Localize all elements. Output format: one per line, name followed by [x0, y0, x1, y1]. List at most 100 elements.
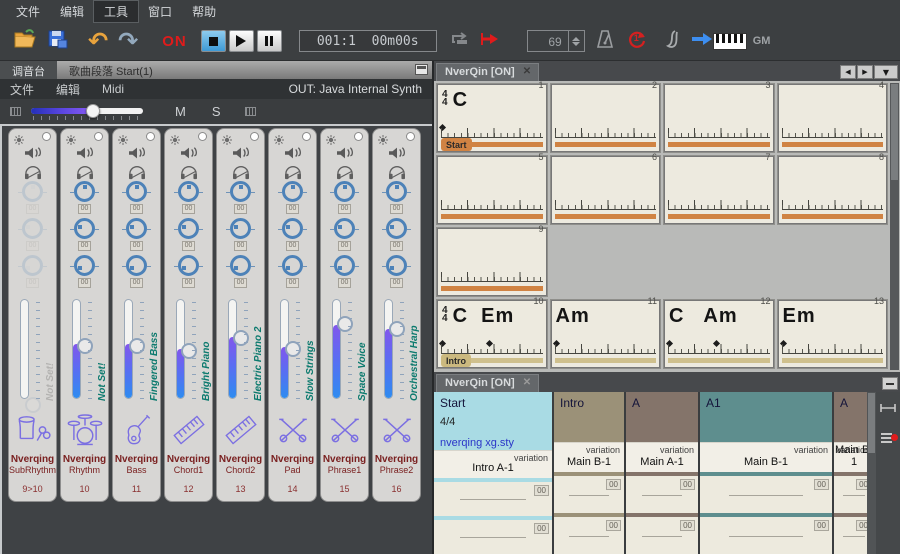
- gear-icon[interactable]: [66, 132, 76, 143]
- gear-icon[interactable]: [170, 132, 180, 143]
- master-volume-slider[interactable]: [31, 105, 143, 119]
- stop-button[interactable]: [201, 30, 226, 52]
- crossed-instruments-icon[interactable]: [273, 407, 313, 453]
- volume-fader[interactable]: Bright Piano: [165, 297, 212, 405]
- channel-led[interactable]: [406, 132, 415, 141]
- panel-restore-icon[interactable]: [415, 64, 428, 75]
- gear-icon[interactable]: [274, 132, 284, 143]
- speaker-icon[interactable]: [334, 143, 356, 162]
- param-card[interactable]: 00: [700, 476, 832, 513]
- headphones-icon[interactable]: [178, 162, 200, 181]
- gear-icon[interactable]: [378, 132, 388, 143]
- param-card[interactable]: 00: [626, 476, 698, 513]
- mixer-knob[interactable]: 00: [334, 181, 355, 218]
- mixer-menu-edit[interactable]: 编辑: [56, 81, 80, 98]
- param-card[interactable]: 00: [434, 520, 552, 554]
- mixer-knob[interactable]: 00: [126, 218, 147, 255]
- mixer-knob[interactable]: 00: [230, 218, 251, 255]
- tab-nverqin-style[interactable]: NverQin [ON] ✕: [436, 374, 539, 392]
- mixer-knob[interactable]: 00: [178, 218, 199, 255]
- undo-icon[interactable]: ↶: [88, 29, 108, 53]
- section-column[interactable]: A variationMain B-1 00 00: [834, 392, 867, 554]
- tab-song-sections[interactable]: 歌曲段落 Start(1): [57, 61, 165, 79]
- variation-card[interactable]: variationMain A-1: [626, 442, 698, 472]
- solo-label[interactable]: S: [212, 104, 221, 119]
- volume-fader[interactable]: Electric Piano 2: [217, 297, 264, 405]
- master-volume-handle[interactable]: [86, 104, 100, 118]
- channel-led[interactable]: [302, 132, 311, 141]
- speaker-icon[interactable]: [230, 143, 252, 162]
- close-icon[interactable]: ✕: [523, 67, 531, 77]
- section-column[interactable]: Intro variationMain B-1 00 00: [554, 392, 624, 554]
- metronome-icon[interactable]: [595, 29, 615, 54]
- headphones-icon[interactable]: [22, 162, 44, 181]
- headphones-icon[interactable]: [334, 162, 356, 181]
- tempo-spinner[interactable]: [568, 31, 584, 51]
- param-card[interactable]: 00: [626, 517, 698, 554]
- scroll-left-icon[interactable]: ◀: [840, 65, 856, 79]
- keyboard-icon[interactable]: [222, 407, 260, 453]
- pause-button[interactable]: [257, 30, 282, 52]
- minimize-icon[interactable]: [882, 377, 898, 390]
- mixer-knob[interactable]: 00: [230, 181, 251, 218]
- measure-cell[interactable]: 12 C Am: [663, 299, 775, 369]
- mixer-menu-file[interactable]: 文件: [10, 81, 34, 98]
- tab-nverqin-sheet[interactable]: NverQin [ON] ✕: [436, 63, 539, 81]
- vertical-scrollbar[interactable]: [867, 392, 876, 554]
- headphones-icon[interactable]: [126, 162, 148, 181]
- mixer-knob[interactable]: 00: [74, 255, 95, 292]
- headphones-icon[interactable]: [74, 162, 96, 181]
- djembe-icon[interactable]: [14, 407, 52, 453]
- volume-fader[interactable]: Slow Strings: [269, 297, 316, 405]
- measure-cell[interactable]: 5: [436, 155, 548, 225]
- param-card[interactable]: 00: [834, 517, 867, 554]
- measure-cell[interactable]: 1 44C Start: [436, 83, 548, 153]
- mixer-knob[interactable]: 00: [334, 255, 355, 292]
- headphones-icon[interactable]: [230, 162, 252, 181]
- speaker-icon[interactable]: [126, 143, 148, 162]
- vertical-scrollbar[interactable]: [890, 83, 899, 370]
- drum-kit-icon[interactable]: [65, 407, 105, 453]
- param-card[interactable]: 00: [834, 476, 867, 513]
- dropdown-icon[interactable]: ▼: [874, 65, 898, 79]
- mixer-menu-midi[interactable]: Midi: [102, 82, 124, 96]
- tie-tool-icon[interactable]: [880, 400, 896, 418]
- gear-icon[interactable]: [326, 132, 336, 143]
- param-card[interactable]: 00: [434, 482, 552, 516]
- crossed-instruments-icon[interactable]: [377, 407, 417, 453]
- mixer-knob[interactable]: 00: [386, 255, 407, 292]
- gear-icon[interactable]: [118, 132, 128, 143]
- channel-led[interactable]: [354, 132, 363, 141]
- menu-file[interactable]: 文件: [6, 1, 50, 22]
- mixer-knob[interactable]: 00: [178, 181, 199, 218]
- channel-led[interactable]: [42, 132, 51, 141]
- mixer-knob[interactable]: 00: [74, 218, 95, 255]
- section-column[interactable]: Start 4/4 nverqing xg.sty variation Intr…: [434, 392, 552, 554]
- volume-fader[interactable]: Not Set!: [61, 297, 108, 405]
- gear-icon[interactable]: [222, 132, 232, 143]
- gear-icon[interactable]: [14, 132, 24, 143]
- mixer-knob[interactable]: 00: [126, 255, 147, 292]
- headphones-icon[interactable]: [282, 162, 304, 181]
- mixer-knob[interactable]: 00: [230, 255, 251, 292]
- mixer-knob[interactable]: 00: [282, 181, 303, 218]
- mixer-knob[interactable]: 00: [22, 218, 43, 255]
- menu-tools[interactable]: 工具: [94, 1, 138, 22]
- volume-fader[interactable]: Orchestral Harp: [373, 297, 420, 405]
- measure-cell[interactable]: 8: [777, 155, 889, 225]
- mixer-knob[interactable]: 00: [126, 181, 147, 218]
- param-card[interactable]: 00: [554, 517, 624, 554]
- speaker-icon[interactable]: [178, 143, 200, 162]
- fader-handle[interactable]: [25, 397, 41, 413]
- open-file-icon[interactable]: [12, 28, 38, 55]
- speaker-icon[interactable]: [282, 143, 304, 162]
- tab-mixer[interactable]: 调音台: [0, 61, 57, 79]
- measure-cell[interactable]: 9: [436, 227, 548, 297]
- mixer-knob[interactable]: 00: [74, 181, 95, 218]
- section-column[interactable]: A1 variationMain B-1 00 00: [700, 392, 832, 554]
- save-icon[interactable]: [46, 28, 70, 55]
- scrollbar-thumb[interactable]: [868, 393, 875, 453]
- volume-fader[interactable]: Fingered Bass: [113, 297, 160, 405]
- skip-marker-icon[interactable]: [479, 30, 499, 53]
- section-chip[interactable]: Intro: [441, 354, 471, 367]
